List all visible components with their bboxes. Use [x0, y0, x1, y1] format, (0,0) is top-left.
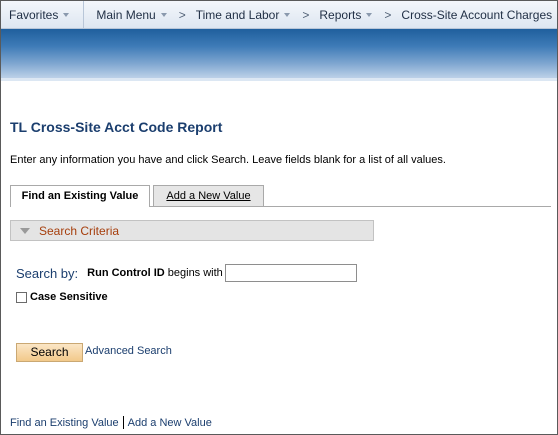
footer-divider	[122, 416, 124, 429]
breadcrumb-label: Time and Labor	[195, 7, 280, 22]
footer-links: Find an Existing Value Add a New Value	[10, 416, 212, 429]
page-frame: Favorites Main Menu > Time and Labor > R…	[0, 0, 558, 435]
breadcrumb-reports[interactable]: Reports	[315, 8, 376, 22]
page-instructions: Enter any information you have and click…	[10, 154, 446, 166]
search-button[interactable]: Search	[16, 343, 83, 362]
favorites-menu[interactable]: Favorites	[1, 8, 83, 22]
breadcrumb-separator-icon: >	[178, 7, 186, 22]
run-control-id-input[interactable]	[224, 264, 357, 282]
main-menu-label: Main Menu	[96, 7, 156, 22]
breadcrumb-label: Cross-Site Account Charges	[401, 7, 553, 22]
breadcrumb-current-page[interactable]: Cross-Site Account Charges	[397, 8, 556, 22]
tab-find-existing-value[interactable]: Find an Existing Value	[10, 185, 150, 207]
page-title: TL Cross-Site Acct Code Report	[10, 119, 223, 135]
footer-add-new-link[interactable]: Add a New Value	[128, 417, 212, 429]
run-control-id-label: Run Control ID	[87, 267, 165, 279]
chevron-down-icon	[160, 13, 167, 17]
search-criteria-header[interactable]: Search Criteria	[10, 220, 374, 241]
advanced-search-link[interactable]: Advanced Search	[85, 345, 172, 357]
chevron-down-icon	[284, 13, 291, 17]
case-sensitive-label: Case Sensitive	[30, 291, 108, 303]
breadcrumb-separator-icon: >	[302, 7, 310, 22]
chevron-down-icon	[366, 13, 373, 17]
header-divider	[1, 78, 557, 81]
search-by-row: Search by: Run Control ID begins with	[16, 264, 357, 282]
operator-label: begins with	[167, 267, 223, 279]
menubar-divider	[83, 1, 85, 28]
breadcrumb-time-and-labor[interactable]: Time and Labor	[192, 8, 295, 22]
breadcrumb-separator-icon: >	[384, 7, 392, 22]
tab-add-new-value[interactable]: Add a New Value	[153, 185, 264, 206]
search-by-label: Search by:	[16, 265, 79, 281]
footer-find-existing-link[interactable]: Find an Existing Value	[10, 417, 119, 429]
case-sensitive-checkbox[interactable]	[16, 291, 27, 303]
case-sensitive-row: Case Sensitive	[16, 291, 108, 303]
search-criteria-label: Search Criteria	[39, 223, 120, 238]
main-menu[interactable]: Main Menu	[92, 8, 170, 22]
tab-strip: Find an Existing Value Add a New Value	[10, 185, 551, 207]
breadcrumb-label: Reports	[319, 7, 362, 22]
favorites-label: Favorites	[9, 7, 59, 22]
chevron-down-icon	[63, 13, 70, 17]
header-banner	[1, 29, 557, 78]
top-menubar: Favorites Main Menu > Time and Labor > R…	[1, 1, 557, 29]
collapse-triangle-icon[interactable]	[20, 227, 30, 234]
